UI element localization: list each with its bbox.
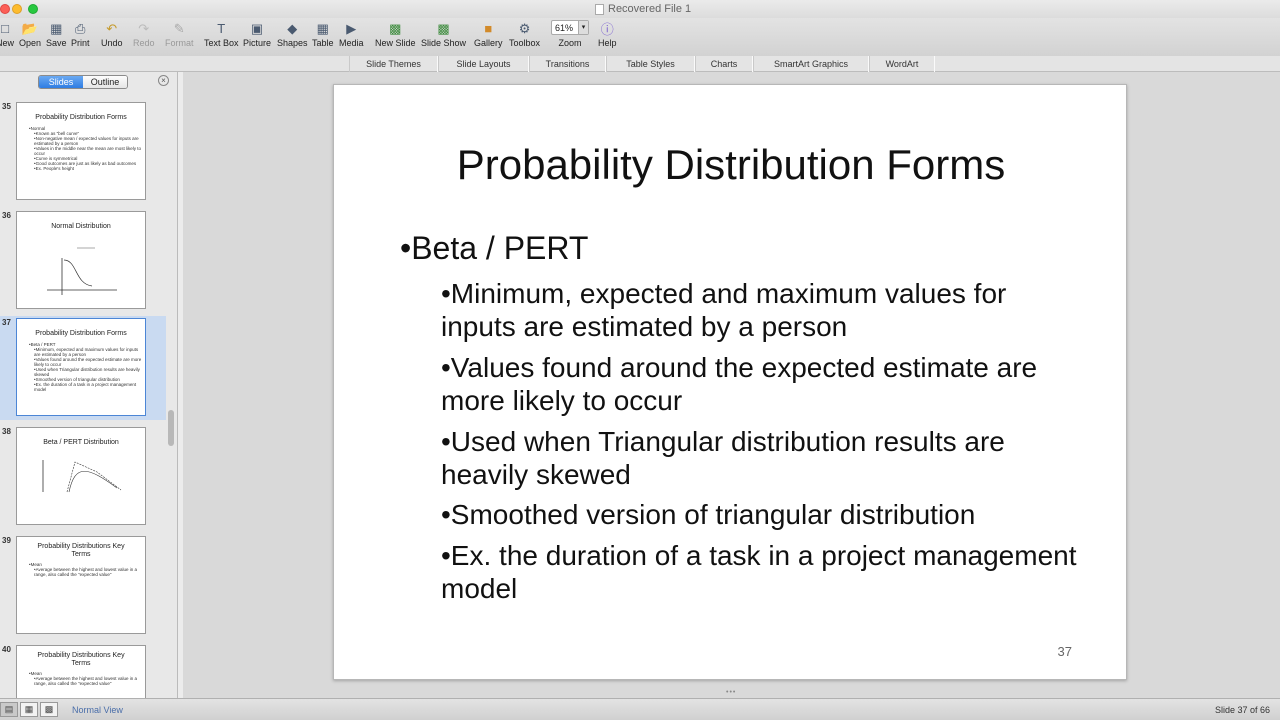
slide-count: Slide 37 of 66 (1214, 705, 1270, 715)
thumbnail-image: Beta / PERT Distribution (16, 427, 146, 525)
thumbnail-image: Probability Distributions Key Terms •Mea… (16, 645, 146, 698)
shapes-icon: ◆ (287, 20, 298, 36)
textbox-icon: T (217, 21, 226, 36)
table-grid-icon: ▦ (316, 20, 329, 36)
tab-table-styles[interactable]: Table Styles (606, 56, 695, 72)
tab-transitions[interactable]: Transitions (529, 56, 606, 72)
normal-view-icon[interactable]: ▤ (0, 702, 18, 717)
thumbnail-slide-39[interactable]: 39 Probability Distributions Key Terms •… (0, 534, 166, 638)
open-button[interactable]: 📂 Open (19, 20, 41, 56)
notes-divider-handle[interactable]: ••• (726, 689, 740, 696)
tab-smartart-graphics[interactable]: SmartArt Graphics (753, 56, 869, 72)
window-title-text: Recovered File 1 (608, 3, 692, 15)
document-icon (595, 3, 604, 15)
undo-icon: ↶ (106, 20, 118, 36)
save-button[interactable]: ▦ Save (46, 20, 67, 56)
format-button[interactable]: ✎ Format (165, 20, 194, 56)
pane-view-switch: Slides Outline (38, 75, 128, 89)
thumbnail-slide-38[interactable]: 38 Beta / PERT Distribution (0, 425, 166, 529)
slide-subbullet[interactable]: •Values found around the expected estima… (441, 351, 1081, 417)
gallery-icon: ■ (484, 21, 493, 36)
new-doc-icon: □ (1, 21, 9, 36)
zoom-window-button[interactable] (28, 4, 38, 14)
thumbnail-slide-35[interactable]: 35 Probability Distribution Forms •Norma… (0, 100, 166, 204)
slide-editor: Probability Distribution Forms •Beta / P… (183, 72, 1280, 698)
media-film-icon: ▶ (346, 20, 357, 36)
close-pane-icon[interactable]: × (158, 75, 169, 86)
current-view-label: Normal View (72, 705, 123, 715)
printer-icon: ⎙ (75, 20, 86, 36)
slide-show-icon: ▩ (437, 20, 450, 36)
status-bar: ▤ ▦ ▩ Normal View Slide 37 of 66 (0, 698, 1280, 720)
thumbnail-image: Normal Distribution (16, 211, 146, 309)
new-slide-button[interactable]: ▩ New Slide (375, 20, 416, 56)
toolbox-icon: ⚙ (518, 20, 531, 36)
slide-show-view-icon[interactable]: ▩ (40, 702, 58, 717)
title-bar: Recovered File 1 (0, 0, 1280, 18)
thumbnail-image: Probability Distributions Key Terms •Mea… (16, 536, 146, 634)
slide-thumbnails: 35 Probability Distribution Forms •Norma… (0, 100, 166, 698)
thumbnail-slide-40[interactable]: 40 Probability Distributions Key Terms •… (0, 643, 166, 698)
toolbar: □ New 📂 Open ▦ Save ⎙ Print ↶ Undo ↷ Red… (0, 18, 1280, 56)
tab-slide-layouts[interactable]: Slide Layouts (438, 56, 529, 72)
scrollbar-thumb[interactable] (168, 410, 174, 446)
redo-icon: ↷ (138, 20, 150, 36)
new-button[interactable]: □ New (0, 20, 14, 56)
redo-button[interactable]: ↷ Redo (133, 20, 155, 56)
picture-icon: ▣ (250, 20, 264, 36)
beta-curve-graphic (42, 460, 122, 493)
help-icon: ⓘ (600, 22, 614, 37)
tab-wordart[interactable]: WordArt (869, 56, 935, 72)
slide-subbullet[interactable]: •Minimum, expected and maximum values fo… (441, 277, 1081, 343)
slide-subbullet[interactable]: •Smoothed version of triangular distribu… (441, 498, 1081, 531)
thumbnail-image: Probability Distribution Forms •Beta / P… (16, 318, 146, 416)
tab-charts[interactable]: Charts (695, 56, 753, 72)
thumbnail-scrollbar[interactable] (167, 100, 175, 698)
toolbox-button[interactable]: ⚙ Toolbox (509, 20, 540, 56)
slide-subbullet[interactable]: •Ex. the duration of a task in a project… (441, 539, 1081, 605)
media-button[interactable]: ▶ Media (339, 20, 364, 56)
slide-sorter-icon[interactable]: ▦ (20, 702, 38, 717)
print-button[interactable]: ⎙ Print (71, 20, 90, 56)
tab-slides[interactable]: Slides (39, 76, 83, 88)
slide-subbullet[interactable]: •Used when Triangular distribution resul… (441, 425, 1081, 491)
shapes-button[interactable]: ◆ Shapes (277, 20, 308, 56)
thumbnail-image: Probability Distribution Forms •Normal •… (16, 102, 146, 200)
undo-button[interactable]: ↶ Undo (101, 20, 123, 56)
gallery-button[interactable]: ■ Gallery (474, 20, 503, 56)
slide-title[interactable]: Probability Distribution Forms (334, 141, 1128, 189)
minimize-window-button[interactable] (12, 4, 22, 14)
window-title: Recovered File 1 (595, 3, 691, 15)
zoom-control[interactable]: 61% ▾ Zoom (551, 20, 589, 56)
textbox-button[interactable]: T Text Box (204, 20, 239, 56)
picture-button[interactable]: ▣ Picture (243, 20, 271, 56)
slide-canvas[interactable]: Probability Distribution Forms •Beta / P… (333, 84, 1127, 680)
save-disk-icon: ▦ (50, 20, 63, 36)
open-folder-icon: 📂 (21, 20, 39, 36)
ribbon-tabs: Slide Themes Slide Layouts Transitions T… (0, 56, 1280, 72)
normal-curve-graphic (47, 247, 117, 295)
zoom-dropdown-icon: ▾ (578, 21, 588, 34)
slide-number: 37 (1057, 644, 1072, 659)
slides-pane: Slides Outline × 35 Probability Distribu… (0, 72, 178, 698)
table-button[interactable]: ▦ Table (312, 20, 334, 56)
thumbnail-slide-36[interactable]: 36 Normal Distribution (0, 209, 166, 313)
thumbnail-slide-37[interactable]: 37 Probability Distribution Forms •Beta … (0, 316, 166, 420)
tab-slide-themes[interactable]: Slide Themes (349, 56, 438, 72)
tab-outline[interactable]: Outline (83, 76, 127, 88)
new-slide-icon: ▩ (389, 20, 402, 36)
format-brush-icon: ✎ (173, 20, 185, 36)
help-button[interactable]: ⓘ Help (598, 20, 617, 56)
zoom-select[interactable]: 61% ▾ (551, 20, 589, 35)
slide-show-button[interactable]: ▩ Slide Show (421, 20, 466, 56)
close-window-button[interactable] (0, 4, 10, 14)
slide-bullet[interactable]: •Beta / PERT (400, 230, 588, 267)
